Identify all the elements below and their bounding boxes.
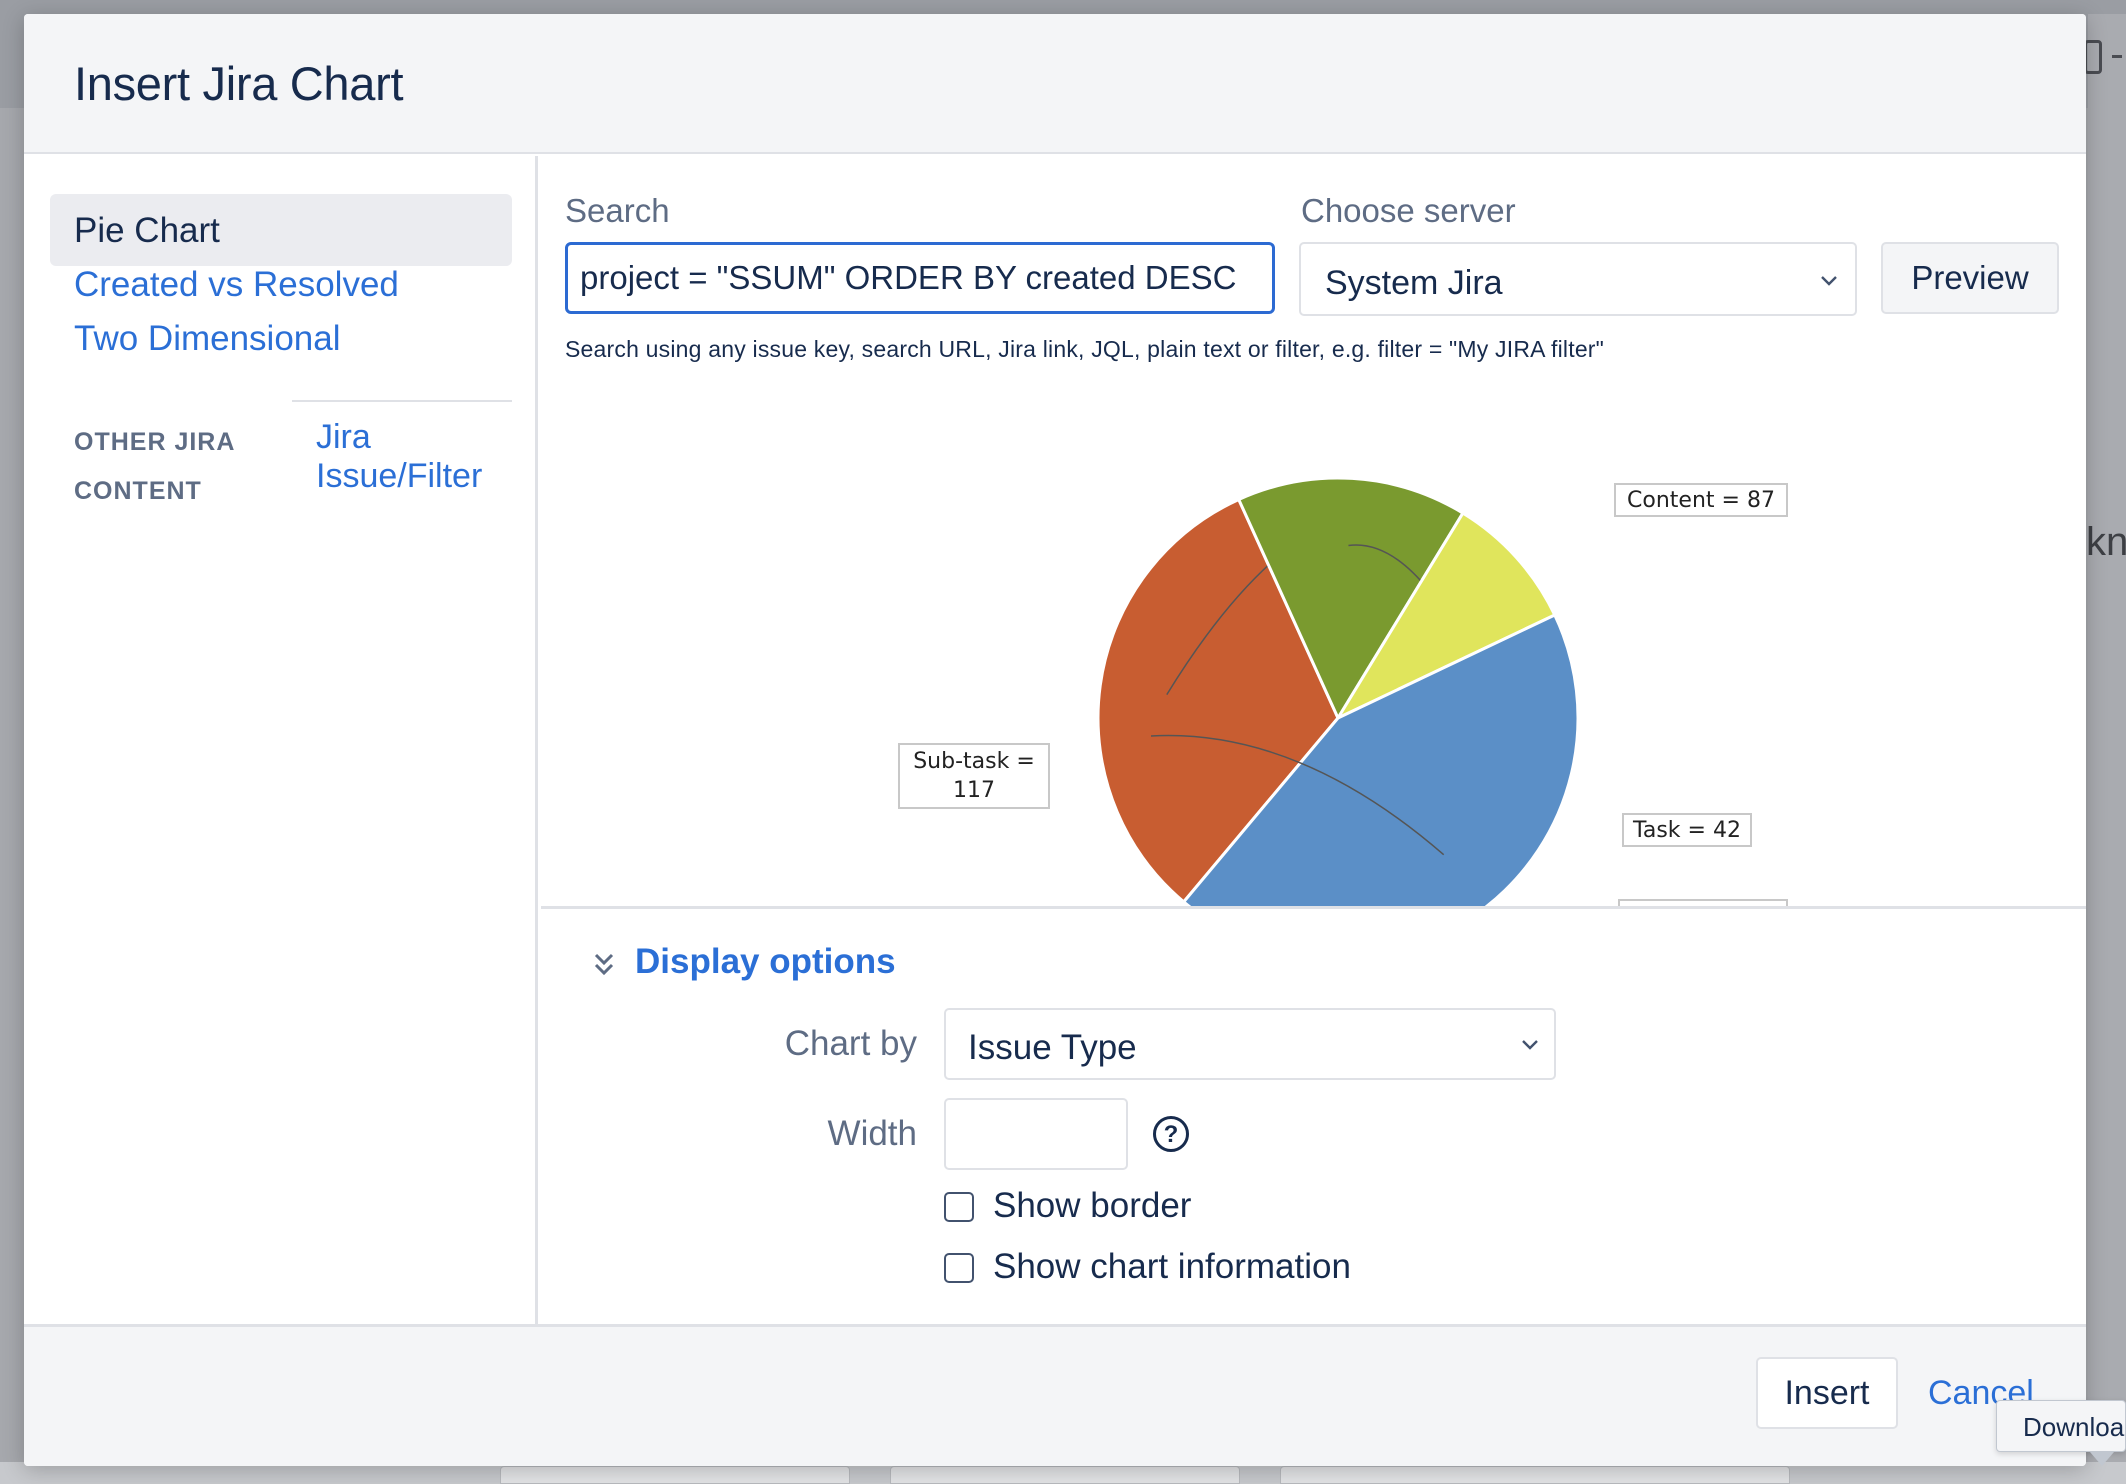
- background-toolbar-chevron-icon: [2112, 55, 2122, 58]
- chevron-down-icon: [1821, 276, 1837, 286]
- search-input[interactable]: [565, 242, 1275, 314]
- show-border-label[interactable]: Show border: [993, 1186, 1191, 1226]
- width-label: Width: [827, 1114, 917, 1153]
- chart-divider: [541, 906, 2086, 909]
- chart-type-sidebar: Pie Chart Created vs Resolved Two Dimens…: [24, 156, 538, 1324]
- background-toolbar-icon: [2084, 40, 2102, 74]
- search-help-text: Search using any issue key, search URL, …: [565, 336, 1605, 362]
- chevron-down-icon: [1522, 1040, 1538, 1050]
- dialog-header: Insert Jira Chart: [24, 14, 2086, 154]
- show-chart-information-label[interactable]: Show chart information: [993, 1247, 1351, 1287]
- sidebar-item-two-dimensional[interactable]: Two Dimensional: [50, 302, 512, 374]
- download-tooltip: Download: [1996, 1400, 2126, 1452]
- tooltip-tail: [2090, 1452, 2114, 1466]
- server-label: Choose server: [1301, 192, 1516, 229]
- show-chart-information-checkbox[interactable]: [944, 1253, 974, 1283]
- pie-label-text: Content = 87: [1627, 488, 1775, 513]
- background-tab: [1280, 1466, 1790, 1484]
- dialog-title: Insert Jira Chart: [74, 57, 404, 110]
- server-select-value: System Jira: [1325, 264, 1503, 302]
- background-text-fragment: kno: [2086, 520, 2126, 564]
- chart-by-label: Chart by: [784, 1024, 917, 1063]
- chart-by-value: Issue Type: [968, 1028, 1137, 1067]
- insert-jira-chart-dialog: Insert Jira Chart Pie Chart Created vs R…: [24, 14, 2086, 1466]
- show-border-checkbox[interactable]: [944, 1192, 974, 1222]
- sidebar-item-jira-issue-filter[interactable]: Jira Issue/Filter: [316, 418, 516, 496]
- display-options-label: Display options: [635, 942, 896, 981]
- double-chevron-down-icon: [594, 953, 614, 975]
- width-input[interactable]: [944, 1098, 1128, 1170]
- background-tab: [890, 1466, 1240, 1484]
- chart-by-select[interactable]: Issue Type: [944, 1008, 1556, 1080]
- insert-button[interactable]: Insert: [1756, 1357, 1898, 1429]
- chart-preview: Content = 87 Task = 42 Sub-task = 117: [541, 406, 2086, 906]
- display-options-toggle[interactable]: Display options: [591, 942, 896, 982]
- main-panel: Search Choose server System Jira Preview…: [541, 156, 2086, 1324]
- preview-button[interactable]: Preview: [1881, 242, 2059, 314]
- help-icon[interactable]: ?: [1153, 1116, 1189, 1152]
- search-label: Search: [565, 192, 670, 229]
- sidebar-divider: [292, 400, 512, 402]
- background-tab: [500, 1466, 850, 1484]
- dialog-footer: Insert Cancel: [24, 1324, 2086, 1466]
- sidebar-section-title: OTHER JIRA CONTENT: [74, 428, 235, 505]
- server-select[interactable]: System Jira: [1299, 242, 1857, 316]
- background-right-panel: [2088, 14, 2126, 1484]
- pie-label-text: Task = 42: [1632, 818, 1741, 843]
- pie-chart: Content = 87Task = 42Sub-task = 117: [898, 476, 1788, 906]
